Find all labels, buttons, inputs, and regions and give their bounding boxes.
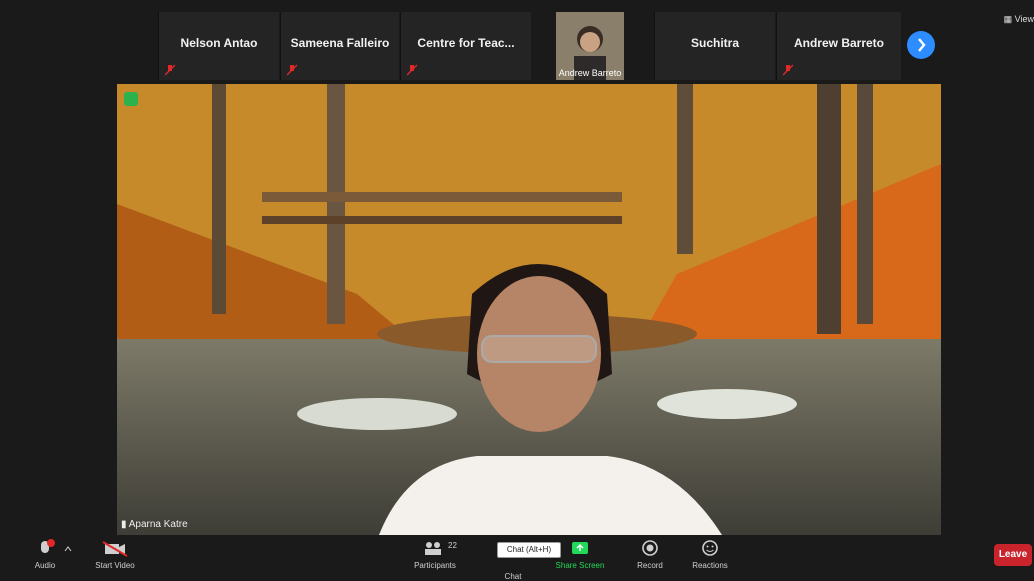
reactions-icon [702,540,718,556]
caret-up-icon [64,546,72,552]
reactions-button[interactable]: Reactions [690,537,730,570]
share-screen-label: Share Screen [555,561,605,570]
share-screen-button[interactable]: Share Screen [556,537,604,570]
audio-label: Audio [34,561,56,570]
main-speaker-label: Aparna Katre [128,519,188,530]
participant-name: Suchitra [690,36,739,50]
muted-mic-icon [783,64,793,76]
next-page-button[interactable] [907,31,935,59]
muted-mic-icon [287,64,297,76]
muted-mic-icon [165,64,175,76]
audio-button[interactable]: Audio [30,537,60,570]
participant-tile-3[interactable]: Centre for Teac... [400,12,531,80]
chevron-right-icon [918,38,926,52]
main-speaker-name: ▮ Aparna Katre [121,519,188,530]
microphone-icon [41,539,55,553]
start-video-button[interactable]: Start Video [95,537,135,570]
signal-icon: ▮ [121,519,129,530]
encryption-shield-icon [124,92,138,106]
participant-tile-1[interactable]: Nelson Antao [158,12,279,80]
participant-name: Andrew Barreto [793,36,885,50]
record-icon [642,540,658,556]
leave-button[interactable]: Leave [994,544,1032,566]
reactions-label: Reactions [692,561,728,570]
view-button[interactable]: ▦ View [1004,14,1034,25]
participants-button[interactable]: 22 Participants [414,537,457,570]
participants-count: 22 [448,541,457,550]
participant-tile-2[interactable]: Sameena Falleiro [280,12,399,80]
participant-strip: Nelson Antao Sameena Falleiro Centre for… [0,0,1034,88]
video-off-icon [102,541,128,557]
share-screen-icon [572,542,588,554]
participant-name: Centre for Teac... [417,36,515,50]
grid-icon: ▦ [1003,14,1015,24]
chat-label: Chat [504,572,522,581]
chat-tooltip: Chat (Alt+H) [497,542,561,558]
participant-name: Sameena Falleiro [290,36,390,50]
participant-tile-5[interactable]: Suchitra [654,12,775,80]
main-speaker-video [117,84,941,535]
audio-options-caret[interactable] [62,537,74,561]
view-label: View [1014,14,1034,24]
participants-label: Participants [414,561,456,570]
participant-video-name: Andrew Barreto [558,68,622,78]
participant-video-tile[interactable]: Andrew Barreto [556,12,624,80]
start-video-label: Start Video [95,561,135,570]
record-button[interactable]: Record [630,537,670,570]
muted-mic-icon [407,64,417,76]
participant-name: Nelson Antao [180,36,258,50]
virtual-background-image [117,84,941,535]
participant-tile-6[interactable]: Andrew Barreto [776,12,901,80]
